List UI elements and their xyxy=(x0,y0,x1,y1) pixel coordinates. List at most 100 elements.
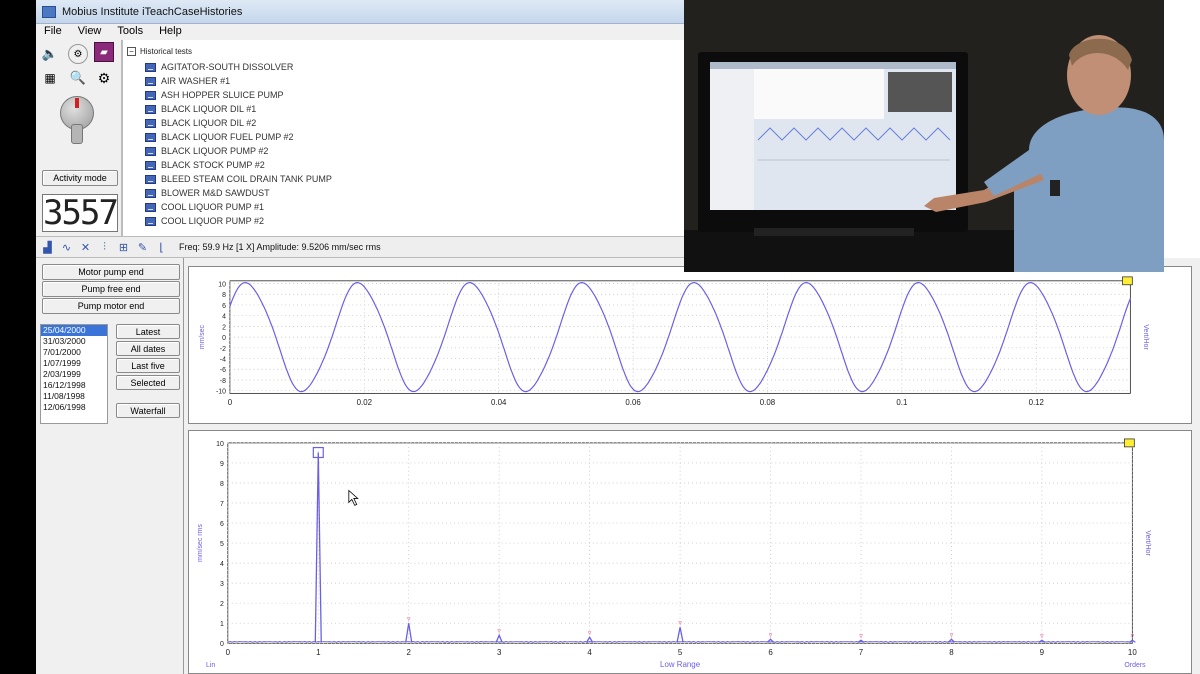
tree-item[interactable]: BLEED STEAM COIL DRAIN TANK PUMP xyxy=(145,172,332,186)
date-item[interactable]: 2/03/1999 xyxy=(41,369,107,380)
test-folder-icon xyxy=(145,132,156,142)
tree-item[interactable]: COOL LIQUOR PUMP #1 xyxy=(145,200,332,214)
x-tick-label: 0 xyxy=(226,648,231,657)
tree-item[interactable]: BLOWER M&D SAWDUST xyxy=(145,186,332,200)
tree-item-label: BLEED STEAM COIL DRAIN TANK PUMP xyxy=(161,174,332,184)
zoom-icon[interactable]: ⊞ xyxy=(116,240,131,255)
y-tick-label: -4 xyxy=(220,357,226,364)
tree-item[interactable]: AGITATOR-SOUTH DISSOLVER xyxy=(145,60,332,74)
latest-button[interactable]: Latest xyxy=(116,324,180,339)
frequency-readout: Freq: 59.9 Hz [1 X] Amplitude: 9.5206 mm… xyxy=(179,242,381,252)
spectrum-icon[interactable]: ▟ xyxy=(40,240,55,255)
y-axis-label: mm/sec rms xyxy=(197,524,204,562)
tree-list: AGITATOR-SOUTH DISSOLVER AIR WASHER #1 ASH… xyxy=(145,60,332,228)
collapse-icon[interactable]: − xyxy=(127,47,136,56)
pencil-icon[interactable]: ✎ xyxy=(135,240,150,255)
axis-icon[interactable]: ⌊ xyxy=(154,240,169,255)
y-tick-label: -6 xyxy=(220,367,226,374)
y-tick-label: -10 xyxy=(216,389,226,396)
tree-item[interactable]: ASH HOPPER SLUICE PUMP xyxy=(145,88,332,102)
activity-mode-button[interactable]: Activity mode xyxy=(42,170,118,186)
y-axis-label: mm/sec xyxy=(199,324,206,349)
x-tick-label: 3 xyxy=(497,648,502,657)
menu-file[interactable]: File xyxy=(36,24,70,40)
y-tick-label: -2 xyxy=(220,346,226,353)
tree-item[interactable]: AIR WASHER #1 xyxy=(145,74,332,88)
tree-item-label: ASH HOPPER SLUICE PUMP xyxy=(161,90,284,100)
speaker-icon[interactable]: 🔈 xyxy=(40,44,60,64)
date-item[interactable]: 25/04/2000 xyxy=(41,325,107,336)
presenter-video xyxy=(684,0,1164,272)
all-dates-button[interactable]: All dates xyxy=(116,341,180,356)
gear-icon[interactable]: ⚙ xyxy=(94,68,114,88)
counter-display: 3557 xyxy=(42,193,119,233)
tree-item[interactable]: BLACK STOCK PUMP #2 xyxy=(145,158,332,172)
tree-item-label: AIR WASHER #1 xyxy=(161,76,231,86)
x-tick-label: 0 xyxy=(228,398,233,407)
tree-item[interactable]: COOL LIQUOR PUMP #2 xyxy=(145,214,332,228)
cursor-icon[interactable]: ✕ xyxy=(78,240,93,255)
harmonic-marker: ▿ xyxy=(769,632,773,639)
tree-item-label: BLOWER M&D SAWDUST xyxy=(161,188,270,198)
menu-help[interactable]: Help xyxy=(151,24,190,40)
tree-item[interactable]: BLACK LIQUOR DIL #1 xyxy=(145,102,332,116)
title-bar: Mobius Institute iTeachCaseHistories xyxy=(36,0,720,24)
harmonic-marker: ▿ xyxy=(407,616,411,623)
waveform-icon[interactable]: ∿ xyxy=(59,240,74,255)
x-unit-left: Lin xyxy=(206,662,215,669)
tree-item-label: BLACK LIQUOR DIL #2 xyxy=(161,118,257,128)
date-item[interactable]: 12/06/1998 xyxy=(41,402,107,413)
tree-item[interactable]: BLACK LIQUOR FUEL PUMP #2 xyxy=(145,130,332,144)
cursor-marker xyxy=(1124,438,1135,448)
tree-item[interactable]: BLACK LIQUOR PUMP #2 xyxy=(145,144,332,158)
harmonic-marker: ▿ xyxy=(859,633,863,640)
menu-tools[interactable]: Tools xyxy=(109,24,151,40)
x-tick-label: 2 xyxy=(407,648,411,657)
harmonic-icon[interactable]: ⫶ xyxy=(97,240,112,255)
activity-knob[interactable] xyxy=(60,96,94,144)
tool-panel: 🔈 ⚙ ▰ ▦ 🔍 ⚙ Activity mode 3557 xyxy=(36,40,122,236)
x-axis-label: Low Range xyxy=(660,660,701,669)
point-pump-motor-end[interactable]: Pump motor end xyxy=(42,298,180,314)
waterfall-button[interactable]: Waterfall xyxy=(116,403,180,418)
date-item[interactable]: 16/12/1998 xyxy=(41,380,107,391)
date-item[interactable]: 11/08/1998 xyxy=(41,391,107,402)
point-motor-pump-end[interactable]: Motor pump end xyxy=(42,264,180,280)
y-tick-label: 2 xyxy=(220,601,224,608)
test-folder-icon xyxy=(145,188,156,198)
y-tick-label: 8 xyxy=(220,481,224,488)
harmonic-marker: ▿ xyxy=(1040,633,1044,640)
y-tick-label: 4 xyxy=(220,561,224,568)
dial-icon[interactable]: ⚙ xyxy=(68,44,88,64)
info-toolbar: ▟ ∿ ✕ ⫶ ⊞ ✎ ⌊ Freq: 59.9 Hz [1 X] Amplit… xyxy=(36,236,720,258)
selected-button[interactable]: Selected xyxy=(116,375,180,390)
x-tick-label: 7 xyxy=(859,648,863,657)
date-item[interactable]: 1/07/1999 xyxy=(41,358,107,369)
magnifier-icon[interactable]: 🔍 xyxy=(68,68,88,88)
test-folder-icon xyxy=(145,62,156,72)
date-item[interactable]: 7/01/2000 xyxy=(41,347,107,358)
spectrum-chart[interactable]: 0 1 2 3 4 5 6 7 8 9 10109876543210mm/sec rms Vert/H… xyxy=(188,430,1192,674)
presenter-video-frame xyxy=(684,0,1164,272)
report-icon[interactable]: ▦ xyxy=(40,68,60,88)
tree-item-label: BLACK LIQUOR FUEL PUMP #2 xyxy=(161,132,294,142)
test-folder-icon xyxy=(145,90,156,100)
last-five-button[interactable]: Last five xyxy=(116,358,180,373)
y-tick-label: 2 xyxy=(222,324,226,331)
right-axis-label: Vert/Hor xyxy=(1144,530,1151,556)
test-folder-icon xyxy=(145,216,156,226)
tree-root[interactable]: − Historical tests xyxy=(127,47,192,56)
tree-item[interactable]: BLACK LIQUOR DIL #2 xyxy=(145,116,332,130)
date-item[interactable]: 31/03/2000 xyxy=(41,336,107,347)
window-title: Mobius Institute iTeachCaseHistories xyxy=(62,5,243,18)
menu-view[interactable]: View xyxy=(70,24,110,40)
point-pump-free-end[interactable]: Pump free end xyxy=(42,281,180,297)
y-tick-label: 6 xyxy=(222,303,226,310)
harmonic-marker: ▿ xyxy=(588,630,592,637)
waveform-chart[interactable]: 0 0.02 0.04 0.06 0.08 0.1 0.12 10 8 6 4 2 0 -2 -4 -6 -8 -… xyxy=(188,266,1192,424)
y-tick-label: 6 xyxy=(220,521,224,528)
book-icon[interactable]: ▰ xyxy=(94,42,114,62)
harmonic-marker: ▿ xyxy=(497,628,501,635)
x-tick-label: 4 xyxy=(587,648,592,657)
y-tick-label: 10 xyxy=(218,281,226,288)
